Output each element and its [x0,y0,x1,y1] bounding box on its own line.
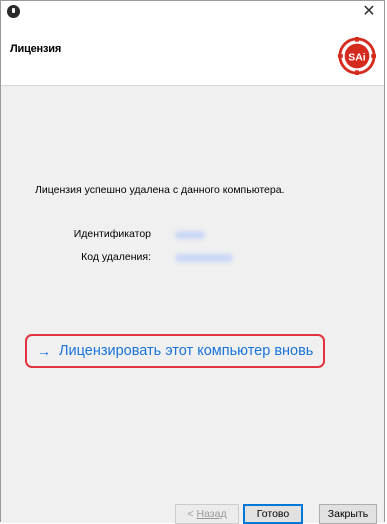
logo-text: SAi [348,52,365,63]
removal-code-value [175,254,233,262]
title-bar: ✕ [1,1,384,23]
info-icon [7,5,20,18]
done-button-label: Готово [256,508,290,520]
page-title: Лицензия [10,43,62,55]
identifier-value [175,231,205,239]
sai-logo-icon: SAi [338,37,376,75]
back-button[interactable]: < Назад [175,504,239,524]
wizard-header: Лицензия SAi [1,23,384,86]
identifier-label: Идентификатор [73,228,151,240]
license-dialog: ✕ Лицензия SAi Лицензия успешно удалена … [0,0,385,524]
relicense-link-label: Лицензировать этот компьютер вновь [59,343,314,359]
content-area: Лицензия успешно удалена с данного компь… [9,86,378,484]
arrow-right-icon: → [37,343,51,359]
back-button-label: Назад [196,508,227,520]
done-button[interactable]: Готово [243,504,303,524]
close-window-button[interactable]: ✕ [354,1,384,23]
button-bar: < Назад Готово Закрыть [1,494,384,524]
relicense-link[interactable]: → Лицензировать этот компьютер вновь [25,334,325,368]
success-message: Лицензия успешно удалена с данного компь… [35,184,285,196]
removal-code-label: Код удаления: [81,251,151,263]
close-button[interactable]: Закрыть [319,504,377,524]
close-button-label: Закрыть [327,508,369,520]
